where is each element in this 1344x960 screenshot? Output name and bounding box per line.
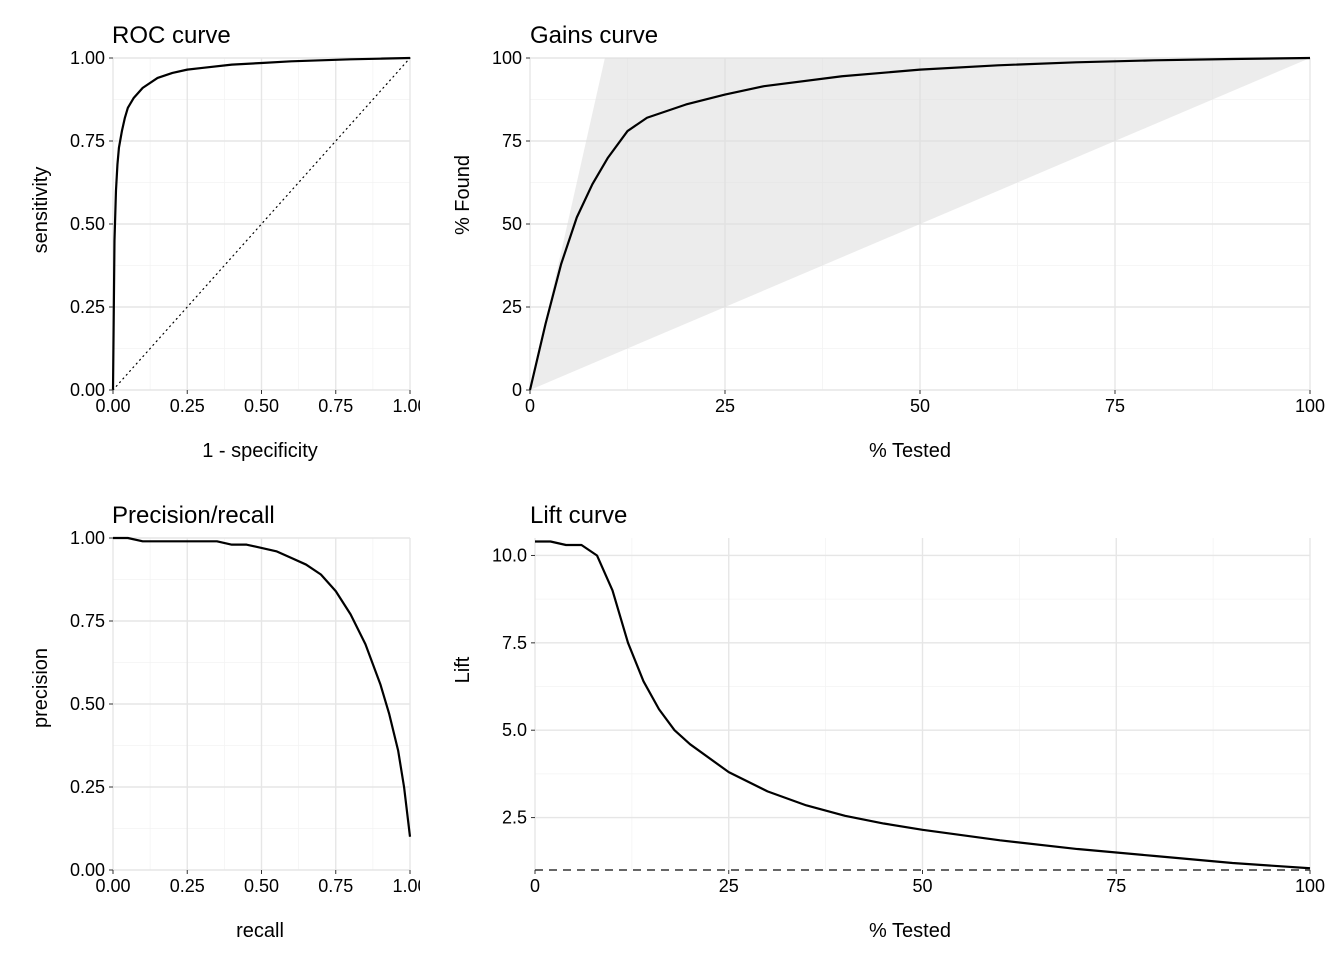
svg-text:75: 75 (1106, 876, 1126, 896)
svg-text:7.5: 7.5 (502, 633, 527, 653)
svg-text:0.00: 0.00 (70, 380, 105, 400)
plot-roc: 0.000.250.500.751.000.000.250.500.751.00 (55, 50, 420, 430)
title-roc: ROC curve (112, 22, 231, 50)
svg-text:100: 100 (1295, 396, 1325, 416)
panel-roc: ROC curve sensitivity 1 - specificity 0.… (0, 0, 430, 480)
ylabel-lift: Lift (452, 630, 475, 710)
svg-text:1.00: 1.00 (70, 530, 105, 548)
svg-text:75: 75 (502, 131, 522, 151)
svg-text:100: 100 (1295, 876, 1325, 896)
svg-text:0.75: 0.75 (318, 876, 353, 896)
svg-text:0.75: 0.75 (318, 396, 353, 416)
svg-text:25: 25 (502, 297, 522, 317)
xlabel-pr: recall (110, 920, 410, 943)
title-pr: Precision/recall (112, 502, 275, 530)
xlabel-lift: % Tested (530, 920, 1290, 943)
ylabel-roc: sensitivity (30, 125, 53, 295)
svg-text:0.50: 0.50 (70, 214, 105, 234)
svg-text:5.0: 5.0 (502, 720, 527, 740)
svg-text:1.00: 1.00 (392, 396, 420, 416)
svg-text:50: 50 (912, 876, 932, 896)
svg-text:0.50: 0.50 (244, 876, 279, 896)
svg-text:100: 100 (492, 50, 522, 68)
svg-text:0.50: 0.50 (244, 396, 279, 416)
svg-text:2.5: 2.5 (502, 808, 527, 828)
plot-pr: 0.000.250.500.751.000.000.250.500.751.00 (55, 530, 420, 910)
svg-text:0.25: 0.25 (70, 777, 105, 797)
svg-text:0: 0 (525, 396, 535, 416)
svg-text:50: 50 (502, 214, 522, 234)
ylabel-gains: % Found (452, 130, 475, 260)
svg-text:0.00: 0.00 (70, 860, 105, 880)
title-gains: Gains curve (530, 22, 658, 50)
svg-text:75: 75 (1105, 396, 1125, 416)
svg-text:0: 0 (530, 876, 540, 896)
panel-pr: Precision/recall precision recall 0.00 0.… (0, 480, 430, 960)
plot-lift: 0 25 50 75 100 2.5 5.0 7.5 10.0 (480, 530, 1330, 910)
svg-text:50: 50 (910, 396, 930, 416)
svg-text:0: 0 (512, 380, 522, 400)
panel-gains: Gains curve % Found % Tested 02550751000… (430, 0, 1344, 480)
title-lift: Lift curve (530, 502, 627, 530)
svg-text:0.75: 0.75 (70, 611, 105, 631)
svg-text:0.25: 0.25 (70, 297, 105, 317)
svg-text:25: 25 (719, 876, 739, 896)
svg-text:0.25: 0.25 (170, 876, 205, 896)
xlabel-roc: 1 - specificity (110, 440, 410, 463)
xlabel-gains: % Tested (530, 440, 1290, 463)
svg-text:1.00: 1.00 (392, 876, 420, 896)
svg-text:25: 25 (715, 396, 735, 416)
svg-text:0.25: 0.25 (170, 396, 205, 416)
svg-text:0.75: 0.75 (70, 131, 105, 151)
svg-text:1.00: 1.00 (70, 50, 105, 68)
plot-gains: 0 25 50 75 100 0 25 50 75 100 (480, 50, 1330, 430)
panel-lift: Lift curve Lift % Tested 0 25 50 75 100 2.5 5.… (430, 480, 1344, 960)
svg-text:0.50: 0.50 (70, 694, 105, 714)
ylabel-pr: precision (30, 613, 53, 763)
svg-text:10.0: 10.0 (492, 545, 527, 565)
